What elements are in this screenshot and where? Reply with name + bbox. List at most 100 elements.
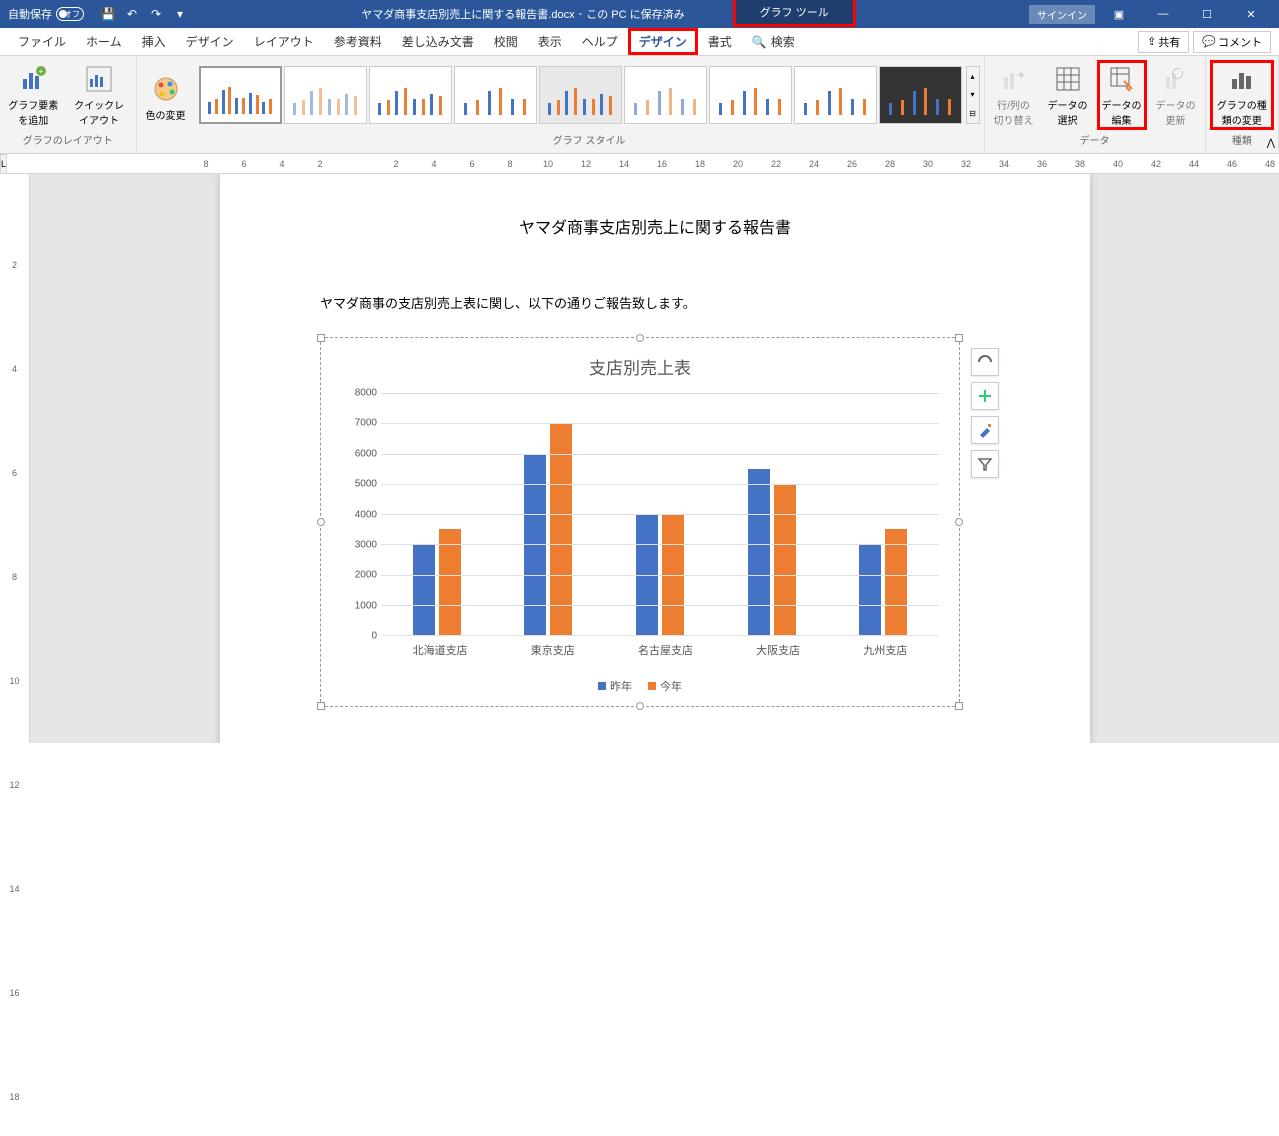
tab-help[interactable]: ヘルプ — [572, 29, 628, 54]
tab-references[interactable]: 参考資料 — [324, 29, 392, 54]
chart-elements-button[interactable] — [971, 382, 999, 410]
chart-style-2[interactable] — [284, 66, 367, 124]
chart-style-3[interactable] — [369, 66, 452, 124]
ribbon-group-colors: 色の変更 — [137, 56, 195, 153]
add-element-label: グラフ要素を追加 — [8, 97, 59, 127]
group-layout-label: グラフのレイアウト — [4, 130, 132, 149]
chart-style-1[interactable] — [199, 66, 282, 124]
save-icon[interactable]: 💾 — [100, 6, 116, 22]
autosave-label: 自動保存 — [8, 6, 52, 22]
ruler-vertical[interactable]: 24681012141618 — [0, 174, 30, 743]
close-icon[interactable]: ✕ — [1231, 0, 1271, 28]
tab-review[interactable]: 校閲 — [484, 29, 528, 54]
chart-x-labels[interactable]: 北海道支店東京支店名古屋支店大阪支店九州支店 — [381, 642, 939, 658]
tab-mailings[interactable]: 差し込み文書 — [392, 29, 484, 54]
search-icon: 🔍 — [752, 35, 767, 49]
tab-search[interactable]: 🔍検索 — [742, 29, 805, 54]
y-tick: 2000 — [355, 570, 377, 581]
bar[interactable] — [413, 544, 435, 635]
tab-view[interactable]: 表示 — [528, 29, 572, 54]
chart-style-7[interactable] — [709, 66, 792, 124]
share-button[interactable]: ⇪共有 — [1138, 31, 1189, 53]
x-label: 大阪支店 — [756, 642, 800, 658]
y-tick: 4000 — [355, 509, 377, 520]
palette-icon — [150, 73, 182, 105]
refresh-data-button[interactable]: データの更新 — [1151, 61, 1201, 129]
chart-style-9[interactable] — [879, 66, 962, 124]
qat-dropdown-icon[interactable]: ▾ — [172, 6, 188, 22]
chart-style-gallery[interactable] — [199, 66, 962, 124]
bar[interactable] — [859, 544, 881, 635]
tab-file[interactable]: ファイル — [8, 29, 76, 54]
resize-handle-mr[interactable] — [955, 518, 963, 526]
bar[interactable] — [748, 469, 770, 635]
tab-format[interactable]: 書式 — [698, 29, 742, 54]
resize-handle-bm[interactable] — [636, 702, 644, 710]
x-label: 東京支店 — [531, 642, 575, 658]
resize-handle-br[interactable] — [955, 702, 963, 710]
chart-filters-button[interactable] — [971, 450, 999, 478]
quick-layout-icon — [83, 63, 115, 95]
switch-icon — [998, 63, 1030, 95]
x-label: 名古屋支店 — [638, 642, 693, 658]
ruler-horizontal[interactable]: 8642246810121416182022242628303234363840… — [7, 154, 1279, 174]
chart-style-5[interactable] — [539, 66, 622, 124]
chart-styles-button[interactable] — [971, 416, 999, 444]
document-body-text[interactable]: ヤマダ商事の支店別売上表に関し、以下の通りご報告致します。 — [320, 293, 990, 312]
legend-item[interactable]: 昨年 — [598, 678, 632, 694]
chart-legend[interactable]: 昨年今年 — [321, 678, 959, 694]
ribbon: + グラフ要素を追加 クイックレイアウト グラフのレイアウト 色の変更 — [0, 56, 1279, 154]
resize-handle-tr[interactable] — [955, 334, 963, 342]
tab-layout[interactable]: レイアウト — [244, 29, 324, 54]
select-data-button[interactable]: データの選択 — [1043, 61, 1093, 129]
minimize-icon[interactable]: — — [1143, 0, 1183, 28]
autosave-toggle[interactable]: 自動保存 オフ — [0, 6, 92, 22]
change-type-label: グラフの種類の変更 — [1213, 97, 1271, 127]
layout-options-button[interactable] — [971, 348, 999, 376]
title-right-controls: サインイン ▣ — ☐ ✕ — [1021, 0, 1279, 28]
bar[interactable] — [550, 423, 572, 635]
page[interactable]: ヤマダ商事支店別売上に関する報告書 ヤマダ商事の支店別売上表に関し、以下の通りご… — [220, 174, 1090, 743]
chart-style-4[interactable] — [454, 66, 537, 124]
legend-item[interactable]: 今年 — [648, 678, 682, 694]
resize-handle-tl[interactable] — [317, 334, 325, 342]
undo-icon[interactable]: ↶ — [124, 6, 140, 22]
change-chart-type-button[interactable]: グラフの種類の変更 — [1210, 60, 1274, 130]
resize-handle-ml[interactable] — [317, 518, 325, 526]
resize-handle-tm[interactable] — [636, 334, 644, 342]
refresh-label: データの更新 — [1155, 97, 1197, 127]
embedded-chart[interactable]: 支店別売上表 010002000300040005000600070008000… — [320, 337, 960, 707]
window-title: ヤマダ商事支店別売上に関する報告書.docx - この PC に保存済み グラフ… — [196, 0, 1021, 29]
quick-layout-button[interactable]: クイックレイアウト — [67, 61, 132, 129]
switch-row-col-button[interactable]: 行/列の切り替え — [989, 61, 1039, 129]
edit-data-button[interactable]: データの編集 — [1097, 60, 1147, 130]
chart-style-8[interactable] — [794, 66, 877, 124]
chart-title[interactable]: 支店別売上表 — [321, 338, 959, 387]
bar[interactable] — [774, 484, 796, 635]
page-background[interactable]: ヤマダ商事支店別売上に関する報告書 ヤマダ商事の支店別売上表に関し、以下の通りご… — [30, 174, 1279, 743]
ribbon-display-icon[interactable]: ▣ — [1099, 0, 1139, 28]
signin-button[interactable]: サインイン — [1029, 5, 1095, 24]
ribbon-group-data: 行/列の切り替え データの選択 データの編集 データの更新 データ — [985, 56, 1206, 153]
chart-plot-area[interactable]: 010002000300040005000600070008000 北海道支店東… — [381, 393, 939, 636]
add-chart-element-button[interactable]: + グラフ要素を追加 — [4, 61, 63, 129]
document-title[interactable]: ヤマダ商事支店別売上に関する報告書 — [320, 214, 990, 238]
chart-tools-context-tab: グラフ ツール — [733, 0, 856, 27]
chart-y-axis[interactable]: 010002000300040005000600070008000 — [341, 393, 381, 636]
refresh-icon — [1160, 63, 1192, 95]
gallery-more-button[interactable]: ▴▾⊟ — [966, 66, 980, 124]
ribbon-tabs: ファイル ホーム 挿入 デザイン レイアウト 参考資料 差し込み文書 校閲 表示… — [0, 28, 1279, 56]
resize-handle-bl[interactable] — [317, 702, 325, 710]
tab-insert[interactable]: 挿入 — [132, 29, 176, 54]
tab-design[interactable]: デザイン — [176, 29, 244, 54]
redo-icon[interactable]: ↷ — [148, 6, 164, 22]
tab-home[interactable]: ホーム — [76, 29, 132, 54]
comments-button[interactable]: 💬コメント — [1193, 31, 1271, 53]
maximize-icon[interactable]: ☐ — [1187, 0, 1227, 28]
toggle-switch[interactable]: オフ — [56, 7, 84, 21]
tab-chart-design[interactable]: デザイン — [628, 28, 698, 55]
change-colors-button[interactable]: 色の変更 — [141, 71, 191, 124]
document-area: 24681012141618 ヤマダ商事支店別売上に関する報告書 ヤマダ商事の支… — [0, 174, 1279, 743]
collapse-ribbon-icon[interactable]: ⋀ — [1267, 138, 1275, 149]
chart-style-6[interactable] — [624, 66, 707, 124]
